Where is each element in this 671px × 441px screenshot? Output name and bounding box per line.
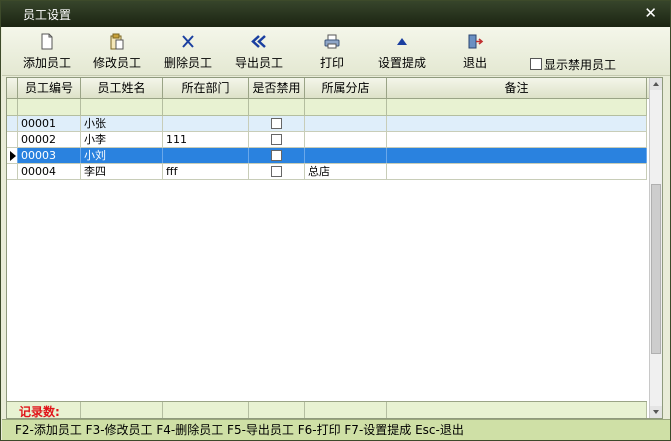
table-row[interactable]: 00001 小张 <box>7 116 647 132</box>
cell-is-disabled <box>249 148 305 163</box>
cell-employee-name: 小张 <box>81 116 163 131</box>
exit-door-icon <box>468 34 484 49</box>
cell-is-disabled <box>249 132 305 147</box>
record-count-label: 记录数: <box>19 405 60 419</box>
export-employee-label: 导出员工 <box>234 56 283 70</box>
grid-footer: 记录数: <box>7 401 647 419</box>
exit-label: 退出 <box>462 56 487 70</box>
footer-cell <box>163 402 249 418</box>
header-indicator-cell <box>7 78 18 98</box>
scroll-down-icon[interactable] <box>650 406 662 418</box>
cell-branch <box>305 148 387 163</box>
cell-note <box>387 116 647 131</box>
edit-employee-button[interactable]: 修改员工 <box>90 33 144 71</box>
cell-employee-name: 李四 <box>81 164 163 179</box>
cell-branch: 总店 <box>305 164 387 179</box>
filter-cell[interactable] <box>18 99 81 115</box>
checkbox-box[interactable] <box>530 58 542 70</box>
disabled-checkbox[interactable] <box>271 166 282 177</box>
show-disabled-label: 显示禁用员工 <box>544 58 617 72</box>
row-pointer-icon <box>10 151 16 161</box>
print-button[interactable]: 打印 <box>316 33 348 71</box>
scroll-thumb[interactable] <box>651 184 661 354</box>
cell-branch <box>305 132 387 147</box>
footer-cell <box>249 402 305 418</box>
cell-employee-name: 小刘 <box>81 148 163 163</box>
filter-cell[interactable] <box>163 99 249 115</box>
row-indicator <box>7 148 18 163</box>
filter-cell[interactable] <box>81 99 163 115</box>
cell-employee-name: 小李 <box>81 132 163 147</box>
row-indicator <box>7 164 18 179</box>
shortcut-status-bar: F2-添加员工 F3-修改员工 F4-删除员工 F5-导出员工 F6-打印 F7… <box>2 419 670 440</box>
table-row-selected[interactable]: 00003 小刘 <box>7 148 647 164</box>
set-commission-button[interactable]: 设置提成 <box>375 33 429 71</box>
export-employee-button[interactable]: 导出员工 <box>232 33 286 71</box>
cell-department: fff <box>163 164 249 179</box>
filter-row <box>7 99 647 116</box>
cell-employee-id: 00003 <box>18 148 81 163</box>
set-commission-label: 设置提成 <box>377 56 426 70</box>
triangle-up-icon <box>397 38 407 45</box>
header-note[interactable]: 备注 <box>387 78 647 98</box>
footer-cell <box>305 402 387 418</box>
header-employee-id[interactable]: 员工编号 <box>18 78 81 98</box>
clipboard-edit-icon <box>110 33 124 50</box>
row-indicator <box>7 116 18 131</box>
row-indicator <box>7 132 18 147</box>
grid-header: 员工编号 员工姓名 所在部门 是否禁用 所属分店 备注 <box>7 78 662 99</box>
vertical-scrollbar[interactable] <box>649 78 662 418</box>
filter-cell[interactable] <box>305 99 387 115</box>
cell-department: 111 <box>163 132 249 147</box>
x-delete-icon <box>182 35 194 48</box>
close-icon[interactable]: ✕ <box>644 4 657 22</box>
cell-is-disabled <box>249 116 305 131</box>
employee-grid: 员工编号 员工姓名 所在部门 是否禁用 所属分店 备注 00001 小张 000… <box>6 77 663 419</box>
employee-settings-window: 员工设置 ✕ 添加员工 修改员工 删除员工 导出员工 打印 设置提成 退出 显示… <box>0 0 671 441</box>
window-title: 员工设置 <box>23 8 72 22</box>
cell-employee-id: 00004 <box>18 164 81 179</box>
printer-icon <box>324 34 340 49</box>
table-row[interactable]: 00004 李四 fff 总店 <box>7 164 647 180</box>
title-bar: 员工设置 ✕ <box>1 1 670 27</box>
footer-cell: 记录数: <box>7 402 81 419</box>
table-row[interactable]: 00002 小李 111 <box>7 132 647 148</box>
footer-cell <box>81 402 163 418</box>
disabled-checkbox[interactable] <box>271 118 282 129</box>
exit-button[interactable]: 退出 <box>459 33 491 71</box>
double-chevron-left-icon <box>251 35 266 48</box>
cell-note <box>387 132 647 147</box>
cell-department <box>163 148 249 163</box>
toolbar: 添加员工 修改员工 删除员工 导出员工 打印 设置提成 退出 显示禁用员工 <box>2 27 670 76</box>
delete-employee-button[interactable]: 删除员工 <box>161 33 215 71</box>
add-employee-label: 添加员工 <box>22 56 71 70</box>
cell-is-disabled <box>249 164 305 179</box>
cell-employee-id: 00002 <box>18 132 81 147</box>
scroll-up-icon[interactable] <box>650 78 662 90</box>
cell-note <box>387 164 647 179</box>
cell-employee-id: 00001 <box>18 116 81 131</box>
header-employee-name[interactable]: 员工姓名 <box>81 78 163 98</box>
header-is-disabled[interactable]: 是否禁用 <box>249 78 305 98</box>
edit-employee-label: 修改员工 <box>92 56 141 70</box>
filter-cell[interactable] <box>387 99 647 115</box>
add-employee-button[interactable]: 添加员工 <box>20 33 74 71</box>
header-branch[interactable]: 所属分店 <box>305 78 387 98</box>
cell-department <box>163 116 249 131</box>
filter-cell[interactable] <box>249 99 305 115</box>
footer-cell <box>387 402 647 418</box>
disabled-checkbox[interactable] <box>271 134 282 145</box>
cell-note <box>387 148 647 163</box>
print-label: 打印 <box>319 56 344 70</box>
new-page-icon <box>41 33 53 50</box>
cell-branch <box>305 116 387 131</box>
filter-cell <box>7 99 18 115</box>
disabled-checkbox[interactable] <box>271 150 282 161</box>
show-disabled-checkbox[interactable]: 显示禁用员工 <box>530 56 616 73</box>
delete-employee-label: 删除员工 <box>163 56 212 70</box>
header-department[interactable]: 所在部门 <box>163 78 249 98</box>
